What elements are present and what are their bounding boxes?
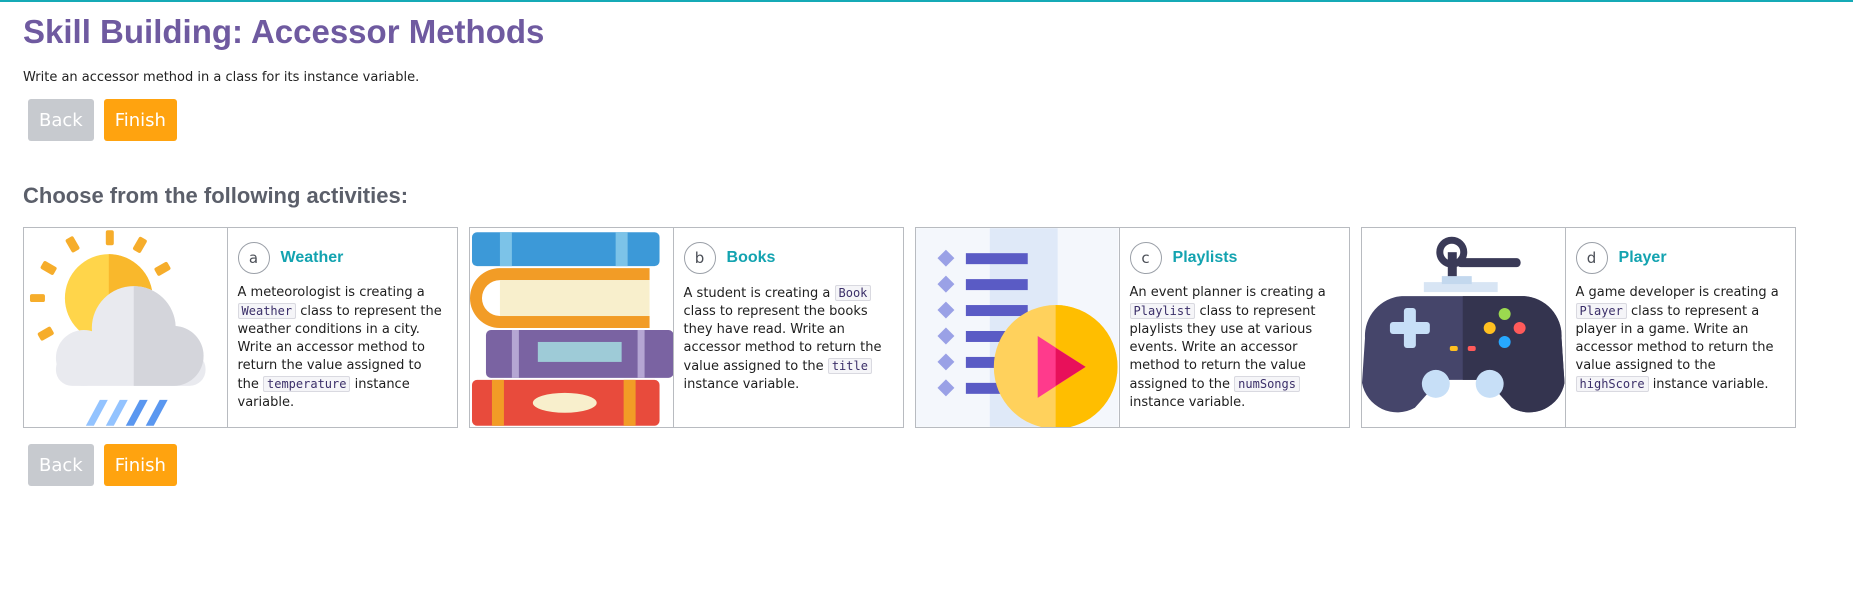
activity-body: a Weather A meteorologist is creating a … bbox=[228, 228, 457, 427]
finish-button[interactable]: Finish bbox=[103, 444, 177, 486]
activity-letter-badge: c bbox=[1129, 242, 1162, 274]
variable-name-code: title bbox=[827, 358, 872, 374]
page-title: Skill Building: Accessor Methods bbox=[23, 13, 545, 50]
class-name-code: Playlist bbox=[1129, 303, 1196, 319]
bottom-button-row: Back Finish bbox=[28, 444, 1833, 486]
desc-text: instance variable. bbox=[1129, 395, 1246, 410]
game-controller-icon bbox=[1362, 228, 1566, 427]
desc-text: A game developer is creating a bbox=[1575, 285, 1779, 300]
activity-title[interactable]: Weather bbox=[281, 249, 344, 267]
activity-body: b Books A student is creating a Book cla… bbox=[674, 228, 903, 427]
desc-text: An event planner is creating a bbox=[1129, 285, 1326, 300]
activity-header: a Weather bbox=[237, 242, 447, 274]
activity-title[interactable]: Player bbox=[1619, 249, 1667, 267]
variable-name-code: numSongs bbox=[1234, 376, 1300, 392]
desc-text: A meteorologist is creating a bbox=[237, 285, 425, 300]
page-subtitle: Write an accessor method in a class for … bbox=[23, 70, 420, 85]
activity-header: c Playlists bbox=[1129, 242, 1339, 274]
activity-description: A game developer is creating a Player cl… bbox=[1575, 284, 1785, 394]
class-name-code: Weather bbox=[237, 303, 297, 319]
activity-description: A meteorologist is creating a Weather cl… bbox=[237, 284, 447, 412]
activity-cards: a Weather A meteorologist is creating a … bbox=[23, 227, 1833, 428]
activity-card-playlists[interactable]: c Playlists An event planner is creating… bbox=[915, 227, 1350, 428]
back-button[interactable]: Back bbox=[28, 99, 94, 141]
finish-button[interactable]: Finish bbox=[103, 99, 177, 141]
activity-title[interactable]: Playlists bbox=[1173, 249, 1238, 267]
activity-letter-badge: d bbox=[1575, 242, 1608, 274]
top-button-row: Back Finish bbox=[28, 99, 1833, 141]
activity-title[interactable]: Books bbox=[727, 249, 776, 267]
activity-header: d Player bbox=[1575, 242, 1785, 274]
activity-body: c Playlists An event planner is creating… bbox=[1120, 228, 1349, 427]
weather-icon bbox=[24, 228, 228, 427]
back-button[interactable]: Back bbox=[28, 444, 94, 486]
books-icon bbox=[470, 228, 674, 427]
variable-name-code: temperature bbox=[263, 376, 351, 392]
playlist-icon bbox=[916, 228, 1120, 427]
activity-card-player[interactable]: d Player A game developer is creating a … bbox=[1361, 227, 1796, 428]
activity-description: A student is creating a Book class to re… bbox=[684, 284, 893, 394]
class-name-code: Player bbox=[1575, 303, 1627, 319]
activity-description: An event planner is creating a Playlist … bbox=[1129, 284, 1339, 412]
variable-name-code: highScore bbox=[1575, 376, 1649, 392]
desc-text: instance variable. bbox=[1652, 377, 1769, 392]
desc-text: instance variable. bbox=[683, 377, 800, 392]
activity-letter-badge: b bbox=[683, 242, 716, 274]
activity-header: b Books bbox=[683, 242, 893, 274]
activity-card-books[interactable]: b Books A student is creating a Book cla… bbox=[469, 227, 904, 428]
top-accent-line bbox=[0, 0, 1853, 2]
desc-text: A student is creating a bbox=[683, 286, 831, 301]
activity-body: d Player A game developer is creating a … bbox=[1566, 228, 1795, 427]
class-name-code: Book bbox=[834, 285, 872, 301]
activity-card-weather[interactable]: a Weather A meteorologist is creating a … bbox=[23, 227, 458, 428]
page-container: Skill Building: Accessor Methods Write a… bbox=[23, 10, 1833, 486]
activity-letter-badge: a bbox=[237, 242, 270, 274]
section-title: Choose from the following activities: bbox=[23, 183, 409, 208]
